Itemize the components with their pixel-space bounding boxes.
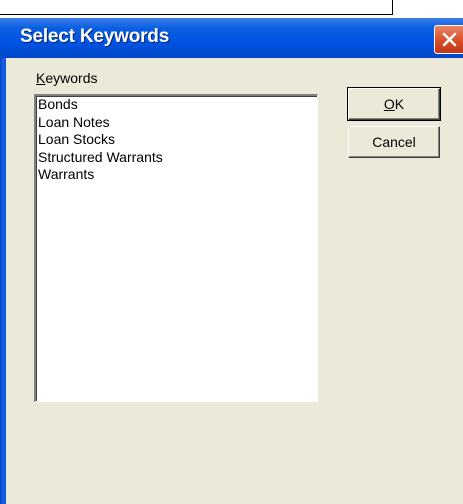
keywords-label-mnemonic: K xyxy=(36,70,46,86)
list-item[interactable]: Structured Warrants xyxy=(36,149,317,167)
title-bar[interactable]: Select Keywords xyxy=(0,18,463,58)
keywords-label: Keywords xyxy=(36,70,97,86)
keywords-listbox[interactable]: Bonds Loan Notes Loan Stocks Structured … xyxy=(34,94,318,402)
cancel-button[interactable]: Cancel xyxy=(348,126,440,158)
window-frame-left xyxy=(0,58,6,504)
list-item[interactable]: Loan Notes xyxy=(36,114,317,132)
list-item[interactable]: Bonds xyxy=(36,96,317,114)
list-item[interactable]: Warrants xyxy=(36,166,317,184)
keywords-label-rest: eywords xyxy=(45,70,98,86)
ok-button[interactable]: OK xyxy=(347,87,441,121)
background-window xyxy=(0,0,393,15)
dialog-title: Select Keywords xyxy=(20,26,170,47)
list-item[interactable]: Loan Stocks xyxy=(36,131,317,149)
ok-rest: K xyxy=(394,96,405,112)
select-keywords-dialog: Select Keywords Keywords Bonds Loan Note… xyxy=(0,18,463,504)
ok-mnemonic: O xyxy=(383,96,395,112)
close-button[interactable] xyxy=(434,25,463,54)
